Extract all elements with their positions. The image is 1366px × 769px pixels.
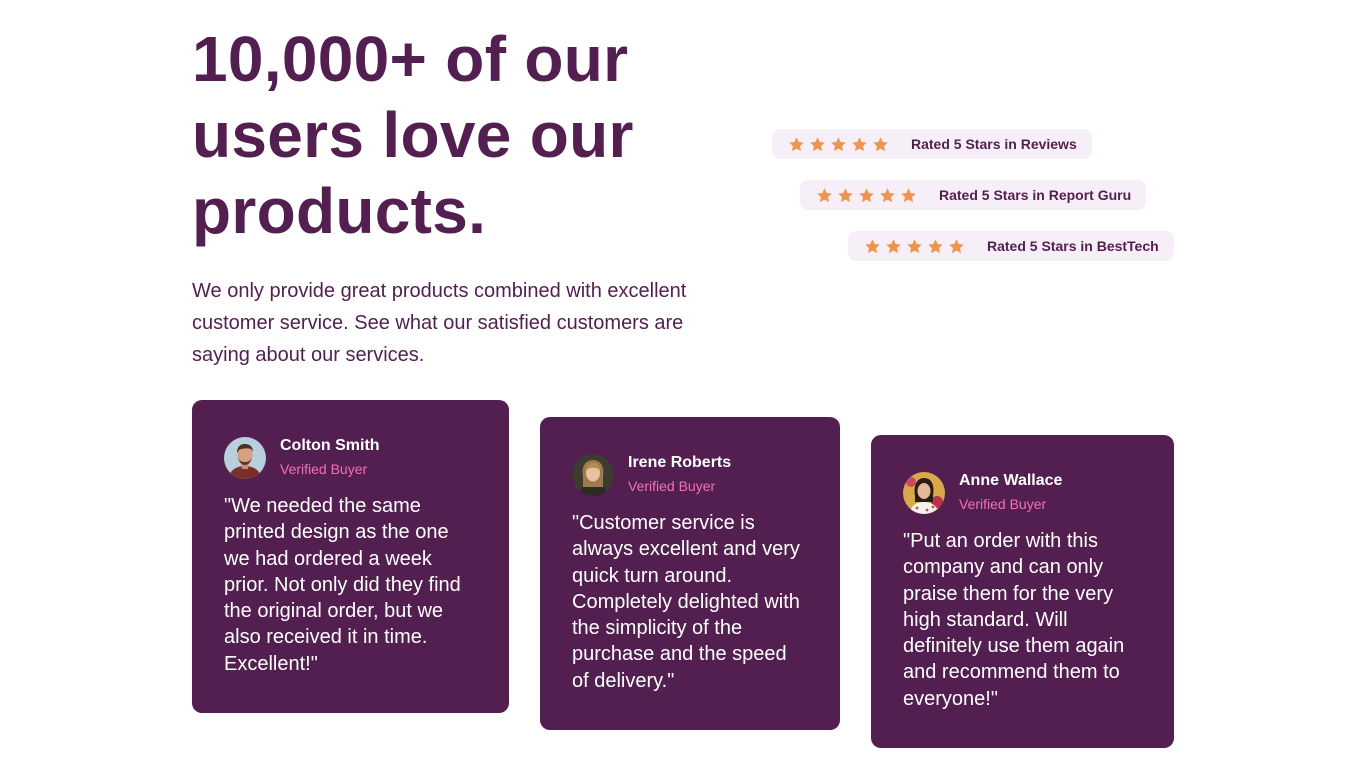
reviewer-info: Irene Roberts Verified Buyer xyxy=(572,453,808,496)
rating-badge: Rated 5 Stars in BestTech xyxy=(848,231,1174,261)
reviewer-details: Colton Smith Verified Buyer xyxy=(280,436,380,479)
rating-label: Rated 5 Stars in Reviews xyxy=(911,136,1077,152)
star-icon xyxy=(949,238,964,253)
star-icon xyxy=(859,187,874,202)
star-icon xyxy=(852,136,867,151)
testimonial-card: Anne Wallace Verified Buyer "Put an orde… xyxy=(871,435,1174,748)
page-headline: 10,000+ of our users love our products. xyxy=(192,23,634,247)
avatar xyxy=(572,453,614,496)
reviewer-details: Irene Roberts Verified Buyer xyxy=(628,453,731,496)
star-icon xyxy=(810,136,825,151)
star-rating xyxy=(816,187,917,204)
star-icon xyxy=(831,136,846,151)
star-icon xyxy=(901,187,916,202)
rating-label: Rated 5 Stars in Report Guru xyxy=(939,187,1132,203)
star-icon xyxy=(886,238,901,253)
star-icon xyxy=(789,136,804,151)
user-photo-icon xyxy=(903,471,945,514)
testimonials-page: 10,000+ of our users love our products. … xyxy=(0,0,1366,769)
star-icon xyxy=(873,136,888,151)
reviewer-name: Colton Smith xyxy=(280,437,380,454)
testimonial-quote: "Customer service is always excellent an… xyxy=(572,512,800,692)
reviewer-name: Irene Roberts xyxy=(628,454,732,471)
rating-badge: Rated 5 Stars in Reviews xyxy=(772,129,1092,159)
user-photo-icon xyxy=(572,453,614,496)
testimonial-quote: "Put an order with this company and can … xyxy=(903,530,1125,710)
verified-badge: Verified Buyer xyxy=(628,478,716,494)
reviewer-details: Anne Wallace Verified Buyer xyxy=(959,471,1062,514)
reviewer-info: Colton Smith Verified Buyer xyxy=(224,436,477,479)
star-icon xyxy=(928,238,943,253)
reviewer-info: Anne Wallace Verified Buyer xyxy=(903,471,1142,514)
rating-badge: Rated 5 Stars in Report Guru xyxy=(800,180,1146,210)
star-icon xyxy=(865,238,880,253)
avatar xyxy=(224,436,266,479)
star-rating xyxy=(788,136,889,153)
star-icon xyxy=(838,187,853,202)
avatar xyxy=(903,471,945,514)
star-icon xyxy=(907,238,922,253)
testimonial-quote: "We needed the same printed design as th… xyxy=(224,495,461,675)
testimonial-card: Irene Roberts Verified Buyer "Customer s… xyxy=(540,417,840,730)
testimonial-card: Colton Smith Verified Buyer "We needed t… xyxy=(192,400,509,713)
star-rating xyxy=(864,238,965,255)
rating-label: Rated 5 Stars in BestTech xyxy=(987,238,1159,254)
star-icon xyxy=(880,187,895,202)
reviewer-name: Anne Wallace xyxy=(959,472,1063,489)
verified-badge: Verified Buyer xyxy=(280,461,368,477)
intro-text: We only provide great products combined … xyxy=(192,280,687,366)
user-photo-icon xyxy=(224,436,266,479)
verified-badge: Verified Buyer xyxy=(959,496,1047,512)
star-icon xyxy=(817,187,832,202)
